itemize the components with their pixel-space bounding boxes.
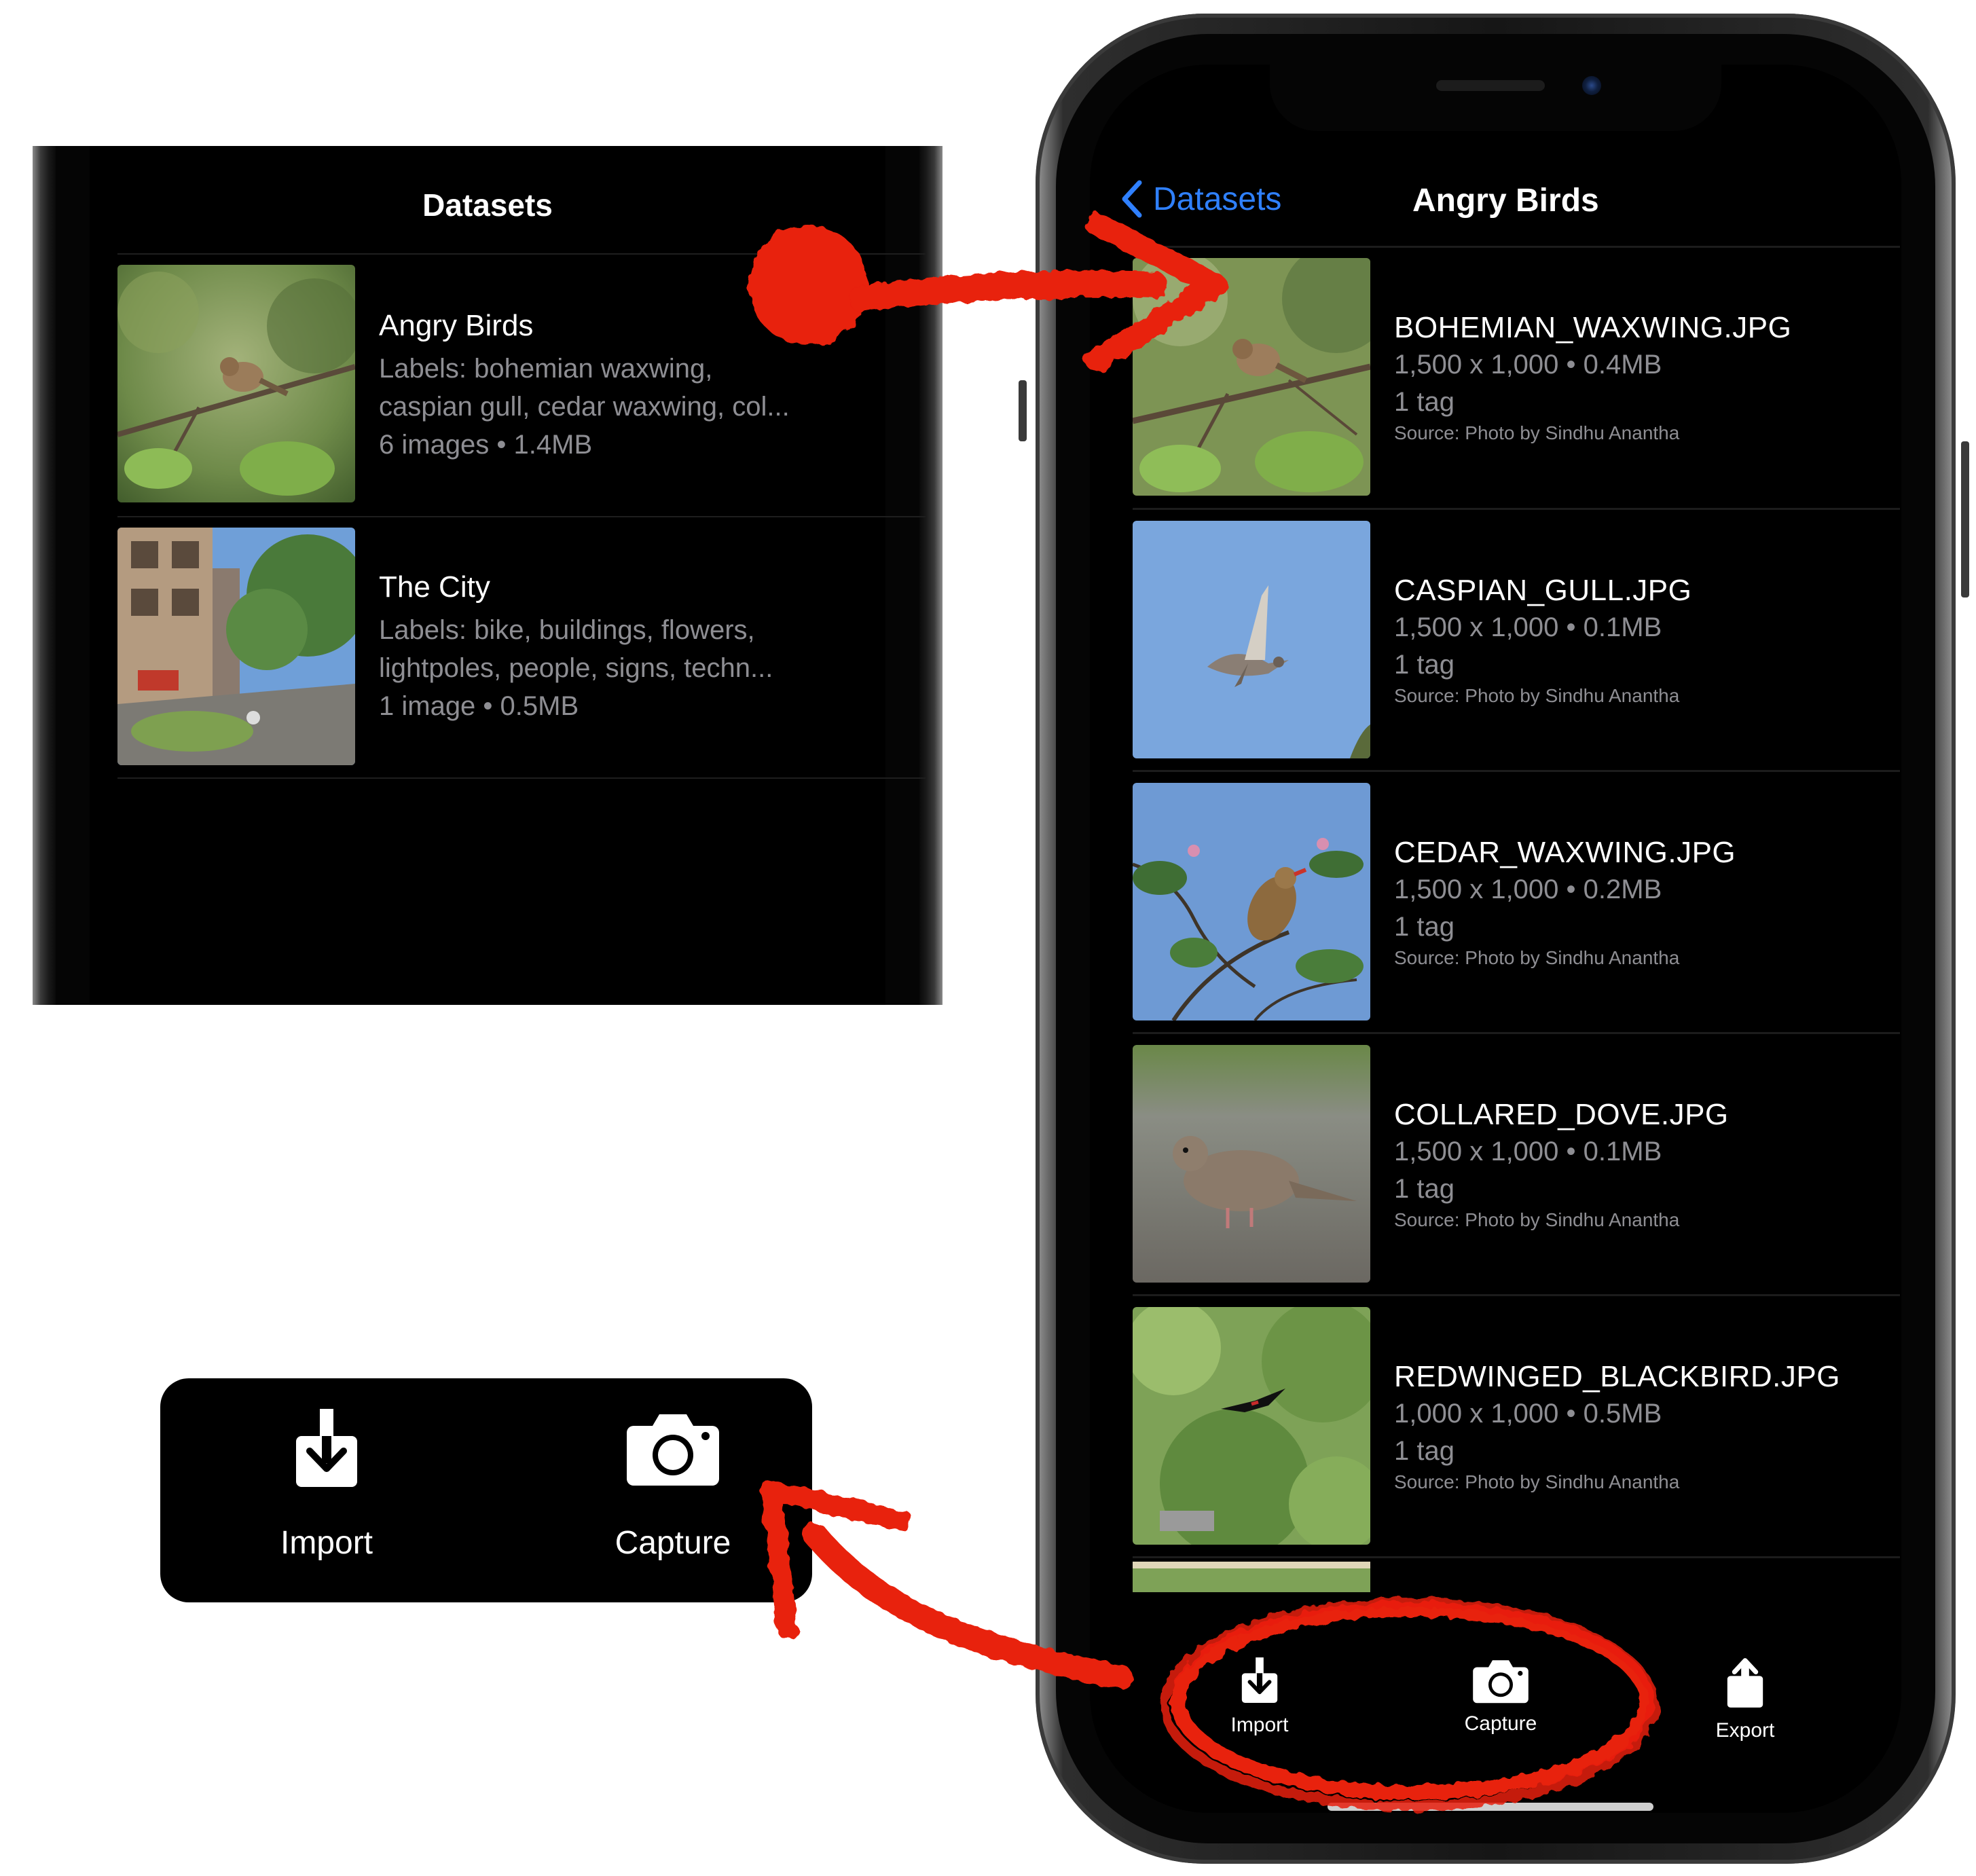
image-thumbnail [1133,1045,1370,1283]
image-tags: 1 tag [1394,1174,1454,1204]
image-source: Source: Photo by Sindhu Anantha [1394,1471,1680,1492]
home-indicator [1328,1803,1653,1811]
image-thumbnail [1133,783,1370,1020]
datasets-screen: Datasets Angry Birds Labels: bohemian wa… [33,146,943,1005]
dataset-thumbnail [117,528,355,765]
export-button[interactable]: Export [1684,1657,1806,1742]
divider [117,253,926,255]
camera-icon [627,1414,719,1486]
back-button[interactable]: Datasets [1120,180,1281,218]
image-thumbnail [1133,521,1370,758]
image-tags: 1 tag [1394,1436,1454,1466]
phone-frame-left [33,146,56,1005]
image-dimensions: 1,500 x 1,000 • 0.4MB [1394,350,1662,380]
image-tags: 1 tag [1394,650,1454,680]
image-dimensions: 1,500 x 1,000 • 0.1MB [1394,1137,1662,1166]
divider [117,777,926,779]
camera-icon [1473,1660,1529,1704]
image-source: Source: Photo by Sindhu Anantha [1394,1209,1680,1230]
divider [1133,508,1900,510]
dataset-labels: Labels: bohemian waxwing, [379,354,713,384]
phone-speaker [1436,80,1545,91]
image-thumbnail [1133,1307,1370,1545]
capture-label: Capture [615,1525,731,1561]
import-icon [296,1409,357,1487]
toolbar-zoom-callout: Import Capture [160,1378,812,1602]
image-thumbnail [1133,258,1370,496]
capture-button[interactable]: Capture [585,1409,761,1579]
image-tags: 1 tag [1394,912,1454,942]
import-icon [1241,1657,1278,1703]
import-button[interactable]: Import [1199,1657,1321,1737]
phone-bezel-left [56,146,90,1005]
image-filename: CASPIAN_GULL.JPG [1394,574,1692,607]
image-source: Source: Photo by Sindhu Anantha [1394,422,1680,443]
image-dimensions: 1,500 x 1,000 • 0.1MB [1394,612,1662,642]
phone-notch [1270,60,1721,131]
import-button[interactable]: Import [238,1409,415,1579]
divider [117,516,926,517]
dataset-name: Angry Birds [379,309,534,342]
divider [1133,770,1900,772]
dataset-labels-cont: caspian gull, cedar waxwing, col... [379,392,790,422]
dataset-name: The City [379,570,490,604]
back-button-label: Datasets [1153,181,1282,217]
divider [1133,1294,1900,1296]
image-tags: 1 tag [1394,387,1454,417]
dataset-labels: Labels: bike, buildings, flowers, [379,615,755,645]
chevron-left-icon [1122,180,1142,218]
dataset-meta: 6 images • 1.4MB [379,430,593,460]
image-dimensions: 1,000 x 1,000 • 0.5MB [1394,1399,1662,1429]
import-label: Import [280,1525,373,1561]
divider [1133,1032,1900,1034]
image-filename: BOHEMIAN_WAXWING.JPG [1394,311,1792,344]
divider [1133,1556,1900,1558]
divider [1133,246,1900,248]
capture-button[interactable]: Capture [1440,1657,1562,1735]
image-filename: REDWINGED_BLACKBIRD.JPG [1394,1360,1840,1393]
image-thumbnail [1133,1562,1370,1592]
page-title: Datasets [422,187,553,223]
image-filename: COLLARED_DOVE.JPG [1394,1098,1729,1131]
front-camera [1582,76,1601,95]
image-filename: CEDAR_WAXWING.JPG [1394,836,1736,869]
dataset-thumbnail [117,265,355,502]
export-label: Export [1715,1719,1775,1742]
phone-side-button [1019,380,1027,441]
phone-side-button [1961,441,1969,597]
capture-label: Capture [1464,1712,1537,1735]
dataset-labels-cont: lightpoles, people, signs, techn... [379,653,773,683]
dataset-meta: 1 image • 0.5MB [379,691,579,721]
image-source: Source: Photo by Sindhu Anantha [1394,685,1680,706]
share-icon [1727,1658,1763,1708]
image-source: Source: Photo by Sindhu Anantha [1394,947,1680,968]
image-dimensions: 1,500 x 1,000 • 0.2MB [1394,875,1662,904]
page-title: Angry Birds [1412,183,1599,219]
import-label: Import [1230,1714,1289,1736]
